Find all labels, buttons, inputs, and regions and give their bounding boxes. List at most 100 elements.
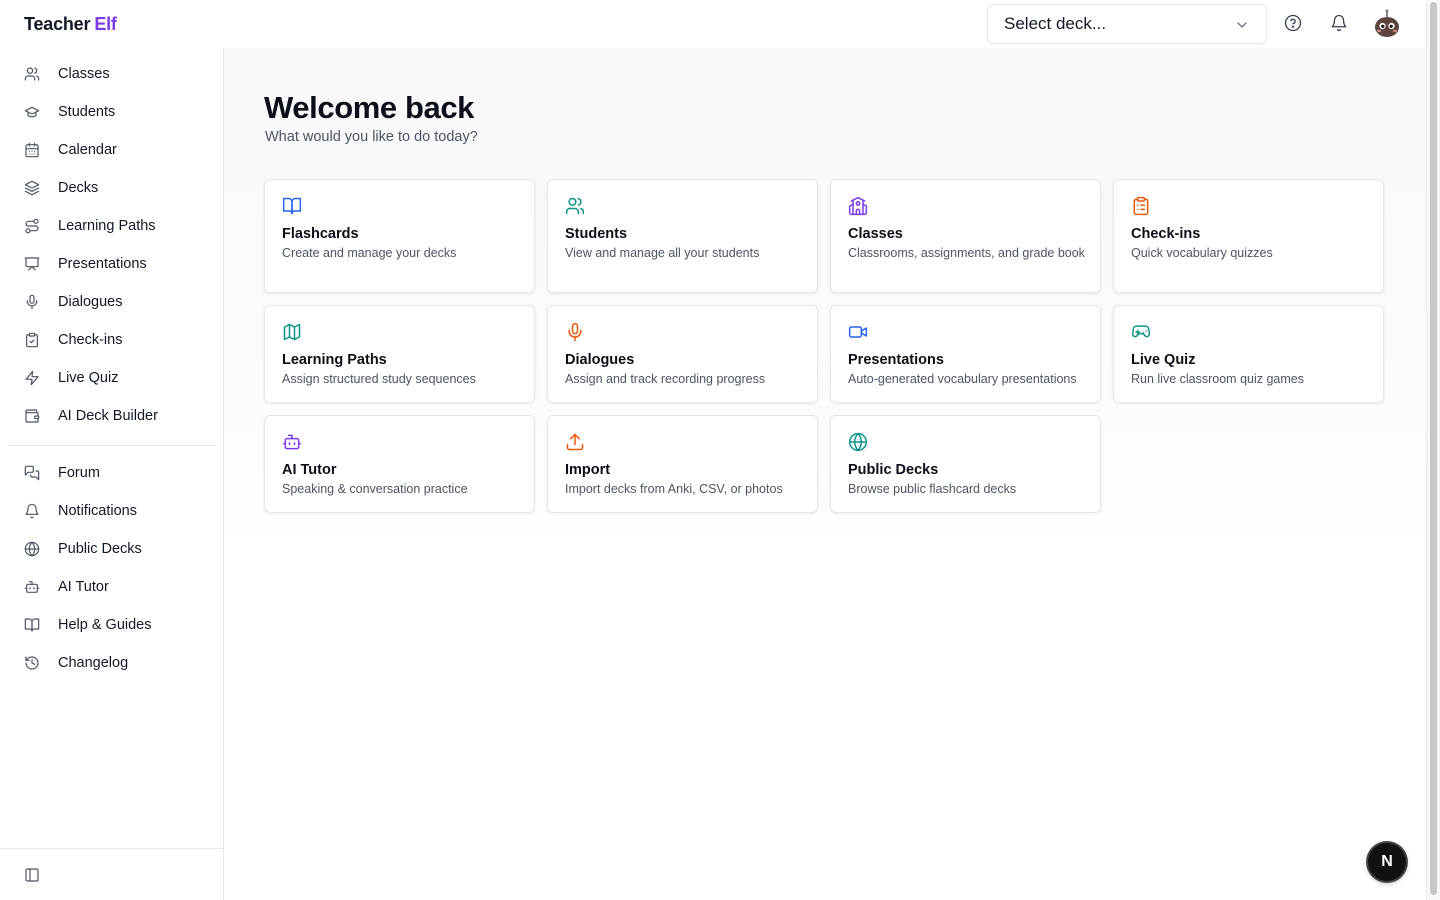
main-content: Welcome back What would you like to do t… [224, 48, 1426, 553]
card-title: Classes [848, 226, 903, 242]
sidebar-item-check-ins[interactable]: Check-ins [8, 322, 216, 358]
wallet-icon [25, 409, 40, 423]
card-description: Assign structured study sequences [282, 372, 476, 386]
book-open-icon [24, 618, 40, 632]
graduation-cap-icon [24, 106, 40, 118]
sidebar-item-label: Forum [58, 465, 100, 481]
page-title: Welcome back [264, 90, 475, 125]
card-check-ins[interactable]: Check-ins Quick vocabulary quizzes [1113, 179, 1384, 293]
card-title: Live Quiz [1131, 352, 1196, 368]
brand-name-part2: Elf [94, 14, 117, 34]
sidebar-item-label: Decks [58, 180, 99, 196]
card-description: Browse public flashcard decks [848, 482, 1017, 496]
nextjs-dev-button[interactable]: N [1368, 843, 1406, 881]
sidebar-footer-divider [0, 848, 223, 849]
sidebar-item-label: Classes [58, 66, 110, 82]
zap-icon [25, 370, 39, 386]
brand-logo[interactable]: Teacher Elf [24, 14, 117, 35]
brand-name-part1: Teacher [24, 14, 91, 34]
sidebar-item-label: Learning Paths [58, 218, 156, 234]
sidebar-item-decks[interactable]: Decks [8, 170, 216, 206]
card-title: Check-ins [1131, 226, 1201, 242]
chevron-down-icon [1237, 22, 1247, 28]
card-title: Presentations [848, 352, 944, 368]
card-presentations[interactable]: Presentations Auto-generated vocabulary … [830, 305, 1101, 403]
sidebar-item-label: Live Quiz [58, 370, 119, 386]
sidebar-item-ai-deck-builder[interactable]: AI Deck Builder [8, 398, 216, 434]
globe-icon [848, 432, 868, 452]
globe-icon [24, 541, 40, 557]
card-description: Auto-generated vocabulary presentations [848, 372, 1077, 386]
card-import[interactable]: Import Import decks from Anki, CSV, or p… [547, 415, 818, 513]
sidebar-item-ai-tutor[interactable]: AI Tutor [8, 569, 216, 605]
layers-icon [24, 180, 40, 196]
users-icon [24, 67, 40, 81]
upload-icon [566, 433, 584, 451]
card-learning-paths[interactable]: Learning Paths Assign structured study s… [264, 305, 535, 403]
card-dialogues[interactable]: Dialogues Assign and track recording pro… [547, 305, 818, 403]
presentation-icon [24, 257, 40, 271]
sidebar-item-dialogues[interactable]: Dialogues [8, 284, 216, 320]
card-title: Flashcards [282, 226, 359, 242]
users-icon [565, 197, 585, 215]
sidebar: Classes Students Calendar Decks Learning… [0, 48, 224, 900]
sidebar-item-notifications[interactable]: Notifications [8, 493, 216, 529]
sidebar-item-classes[interactable]: Classes [8, 56, 216, 92]
bot-icon [24, 581, 40, 593]
book-open-icon [282, 197, 302, 215]
card-title: Import [565, 462, 611, 478]
route-icon [25, 218, 39, 234]
panel-left-icon[interactable] [24, 867, 40, 883]
card-description: Import decks from Anki, CSV, or photos [565, 482, 783, 496]
card-flashcards[interactable]: Flashcards Create and manage your decks [264, 179, 535, 293]
sidebar-item-students[interactable]: Students [8, 94, 216, 130]
deck-select-value: Select deck... [1004, 14, 1107, 33]
sidebar-item-label: Help & Guides [58, 617, 152, 633]
card-title: Public Decks [848, 462, 939, 478]
sidebar-item-label: Notifications [58, 503, 137, 519]
card-description: Speaking & conversation practice [282, 482, 468, 496]
sidebar-item-label: AI Deck Builder [58, 408, 158, 424]
message-square-icon [24, 465, 40, 481]
clipboard-list-icon [1133, 196, 1149, 216]
card-public-decks[interactable]: Public Decks Browse public flashcard dec… [830, 415, 1101, 513]
deck-select[interactable]: Select deck... [987, 4, 1267, 44]
card-live-quiz[interactable]: Live Quiz Run live classroom quiz games [1113, 305, 1384, 403]
bot-icon [282, 434, 302, 450]
sidebar-item-forum[interactable]: Forum [8, 455, 216, 491]
history-icon [25, 656, 39, 670]
mic-icon [568, 322, 582, 342]
mic-icon [26, 294, 38, 310]
bell-icon[interactable] [1330, 14, 1348, 32]
sidebar-item-help-guides[interactable]: Help & Guides [8, 607, 216, 643]
sidebar-item-calendar[interactable]: Calendar [8, 132, 216, 168]
card-ai-tutor[interactable]: AI Tutor Speaking & conversation practic… [264, 415, 535, 513]
card-description: Assign and track recording progress [565, 372, 766, 386]
scrollbar-thumb[interactable] [1430, 2, 1437, 895]
sidebar-item-live-quiz[interactable]: Live Quiz [8, 360, 216, 396]
card-title: AI Tutor [282, 462, 337, 478]
help-circle-icon[interactable] [1284, 14, 1302, 32]
sidebar-item-public-decks[interactable]: Public Decks [8, 531, 216, 567]
map-icon [283, 323, 301, 341]
card-students[interactable]: Students View and manage all your studen… [547, 179, 818, 293]
card-description: Quick vocabulary quizzes [1131, 246, 1273, 260]
gamepad-icon [1131, 325, 1151, 338]
sidebar-item-learning-paths[interactable]: Learning Paths [8, 208, 216, 244]
avatar[interactable] [1371, 8, 1403, 40]
card-description: View and manage all your students [565, 246, 760, 260]
sidebar-item-label: Dialogues [58, 294, 123, 310]
sidebar-item-presentations[interactable]: Presentations [8, 246, 216, 282]
card-title: Dialogues [565, 352, 635, 368]
page-subtitle: What would you like to do today? [265, 129, 478, 145]
sidebar-item-changelog[interactable]: Changelog [8, 645, 216, 681]
sidebar-item-label: Students [58, 104, 116, 120]
sidebar-divider [8, 445, 216, 446]
sidebar-item-label: Check-ins [58, 332, 123, 348]
card-title: Learning Paths [282, 352, 387, 368]
card-classes[interactable]: Classes Classrooms, assignments, and gra… [830, 179, 1101, 293]
card-description: Run live classroom quiz games [1131, 372, 1304, 386]
sidebar-item-label: Presentations [58, 256, 147, 272]
calendar-icon [25, 142, 39, 158]
sidebar-item-label: Public Decks [58, 541, 142, 557]
